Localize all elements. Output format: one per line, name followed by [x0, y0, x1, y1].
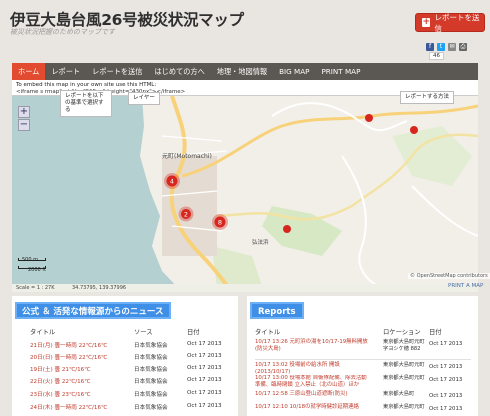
report-item-location: 東京都大島町元町	[383, 404, 425, 410]
layer-tooltip[interactable]: レイヤー	[128, 92, 160, 105]
reports-panel: Reports タイトル ロケーション 日付 10/17 13:26 元町浜の湯…	[247, 296, 478, 416]
place-label: 弘法浜	[252, 238, 269, 246]
nav-submit-report[interactable]: レポートを送信	[86, 63, 148, 80]
cluster-count: 4	[170, 178, 174, 186]
col-title: タイトル	[30, 329, 56, 336]
report-item-date: Oct 17 2013	[429, 341, 463, 347]
news-item-source: 日本気象協会	[134, 379, 168, 385]
twitter-icon[interactable]: t	[437, 43, 445, 51]
report-item-title[interactable]: 10/17 13:00 役場本館 自衛隊配備、除去活動準備、臨時閉鎖 立入禁止（…	[255, 375, 371, 389]
share-count: 46	[429, 52, 444, 60]
news-item-source: 日本気象協会	[134, 367, 168, 373]
news-item-date: Oct 17 2013	[187, 365, 222, 371]
report-item-date: Oct 17 2013	[429, 377, 463, 383]
news-item-source: 日本気象協会	[134, 343, 168, 349]
news-item-source: 日本気象協会	[134, 392, 168, 398]
news-heading: 公式 ＆ 活発な情報源からのニュース	[15, 302, 171, 319]
news-item-title[interactable]: 24日(木) 曇一時雨 22℃/16℃	[30, 403, 107, 411]
news-item-date: Oct 17 2013	[187, 353, 222, 359]
map-attribution[interactable]: © OpenStreetMap contributors	[408, 273, 490, 279]
col-source: ソース	[134, 329, 153, 336]
scale-ratio: Scale = 1 : 27K	[16, 285, 55, 291]
cluster-count: 2	[184, 211, 188, 219]
news-item-title[interactable]: 19日(土) 曇 21℃/16℃	[30, 365, 91, 373]
site-subtitle: 被災状況把握のためのマップです	[10, 28, 115, 36]
email-icon[interactable]: ✉	[448, 43, 456, 51]
news-item-date: Oct 17 2013	[187, 403, 222, 409]
nav-getting-started[interactable]: はじめての方へ	[148, 63, 210, 80]
map-svg: 元町 (Motomachi) 弘法浜 4 2 8	[12, 96, 478, 292]
col-date: 日付	[187, 329, 200, 336]
main-nav: ホーム レポート レポートを送信 はじめての方へ 地理・地図情報 BIG MAP…	[12, 63, 478, 80]
news-item-source: 日本気象協会	[134, 355, 168, 361]
place-label: (Motomachi)	[174, 153, 212, 160]
news-item-title[interactable]: 21日(月) 曇一時雨 22℃/16℃	[30, 341, 107, 349]
map-canvas[interactable]: 元町 (Motomachi) 弘法浜 4 2 8	[12, 96, 478, 292]
zoom-out-button[interactable]: −	[18, 119, 30, 131]
facebook-icon[interactable]: f	[426, 43, 434, 51]
submit-report-label: レポートを送信	[434, 12, 480, 33]
embed-instructions: To embed this map in your own site use t…	[16, 82, 157, 88]
report-item-title[interactable]: 10/17 13:26 元町浜の湯を10/17-19無料開放(防災大島)	[255, 339, 371, 353]
plus-icon: +	[422, 17, 431, 27]
col-title: タイトル	[255, 329, 281, 336]
report-item-title[interactable]: 10/17 13:02 役場前の給水所 開設(2013/10/17)	[255, 362, 371, 376]
map-footer: Scale = 1 : 27K 34.73795, 139.37996	[12, 284, 478, 292]
news-item-title[interactable]: 22日(火) 曇 22℃/16℃	[30, 377, 91, 385]
nav-geo-info[interactable]: 地理・地図情報	[211, 63, 273, 80]
place-label: 元町	[162, 153, 174, 160]
scale-bar: 500 m 2000 ft	[18, 257, 56, 276]
scale-label-m: 500 m	[22, 257, 39, 263]
report-item-date: Oct 17 2013	[429, 406, 463, 412]
site-header: 伊豆大島台風26号被災状況マップ 被災状況把握のためのマップです + レポートを…	[0, 0, 490, 64]
report-item-location: 東京都大島町元町字ヨシケ穂 882	[383, 339, 425, 352]
report-marker[interactable]	[365, 114, 373, 122]
news-item-date: Oct 17 2013	[187, 377, 222, 383]
col-date: 日付	[429, 329, 442, 336]
reports-heading: Reports	[250, 302, 304, 319]
news-item-date: Oct 17 2013	[187, 341, 222, 347]
zoom-in-button[interactable]: +	[18, 106, 30, 118]
report-method-tooltip[interactable]: レポートする方法	[400, 91, 455, 104]
report-item-location: 東京都大島町元町	[383, 362, 425, 368]
scale-label-ft: 2000 ft	[28, 267, 46, 273]
report-item-date: Oct 17 2013	[429, 393, 463, 399]
news-item-title[interactable]: 23日(水) 曇 23℃/16℃	[30, 390, 91, 398]
nav-reports[interactable]: レポート	[45, 63, 86, 80]
cluster-count: 8	[218, 219, 222, 227]
row-divider	[255, 359, 471, 360]
col-location: ロケーション	[383, 329, 421, 336]
print-map-link[interactable]: PRINT A MAP	[448, 283, 483, 289]
nav-home[interactable]: ホーム	[12, 63, 46, 80]
nav-print-map[interactable]: PRINT MAP	[315, 63, 366, 80]
report-item-location: 東京都大島町	[383, 391, 415, 397]
nav-big-map[interactable]: BIG MAP	[273, 63, 315, 80]
zoom-controls: + −	[18, 106, 30, 132]
news-item-title[interactable]: 20日(日) 曇一時雨 22℃/16℃	[30, 353, 107, 361]
print-icon[interactable]: ⎙	[459, 43, 467, 51]
report-marker[interactable]	[410, 126, 418, 134]
news-item-source: 日本気象協会	[134, 405, 168, 411]
map-coordinates: 34.73795, 139.37996	[72, 285, 127, 291]
submit-report-button[interactable]: + レポートを送信	[415, 12, 485, 33]
share-buttons: f t ✉ ⎙	[426, 43, 467, 51]
report-item-location: 東京都大島町元町	[383, 375, 425, 381]
cluster-marker[interactable]: 4	[164, 173, 180, 189]
report-item-title[interactable]: 10/17 12:10 10/18の就学時健診延期連絡	[255, 404, 371, 411]
report-item-title[interactable]: 10/17 12:58 三原山登山道遮断(防災)	[255, 391, 371, 398]
report-filter-tooltip[interactable]: レポートを以下の基準で選択する	[60, 90, 112, 117]
cluster-marker[interactable]: 2	[178, 206, 194, 222]
news-item-date: Oct 17 2013	[187, 390, 222, 396]
report-marker[interactable]	[283, 225, 291, 233]
news-panel: 公式 ＆ 活発な情報源からのニュース タイトル ソース 日付 21日(月) 曇一…	[12, 296, 238, 416]
report-item-date: Oct 17 2013	[429, 364, 463, 370]
cluster-marker[interactable]: 8	[212, 214, 228, 230]
